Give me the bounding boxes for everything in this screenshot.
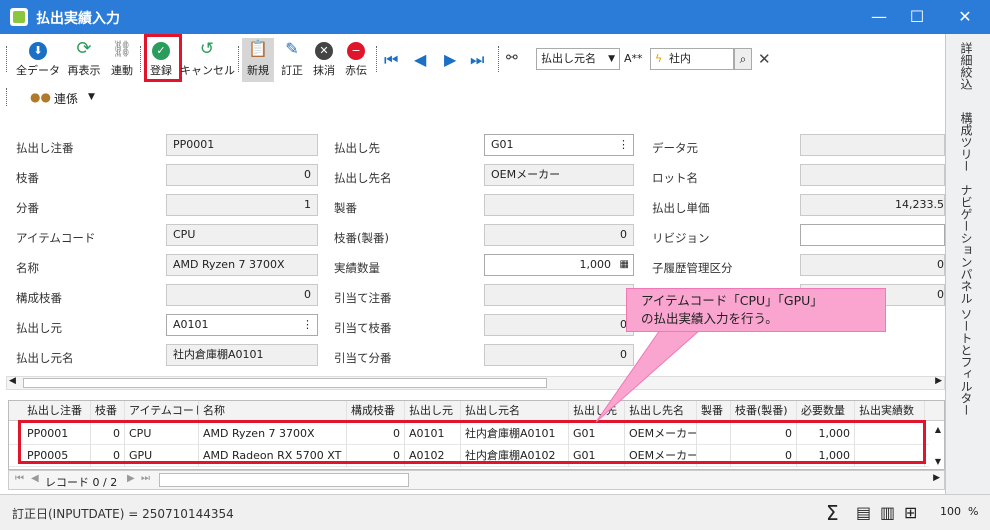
callout-line-1: アイテムコード「CPU」「GPU」 [641, 293, 823, 308]
callout-note: アイテムコード「CPU」「GPU」 の払出実績入力を行う。 [626, 288, 886, 332]
callout-pointer [595, 329, 702, 423]
callout-line-2: の払出実績入力を行う。 [641, 311, 778, 326]
